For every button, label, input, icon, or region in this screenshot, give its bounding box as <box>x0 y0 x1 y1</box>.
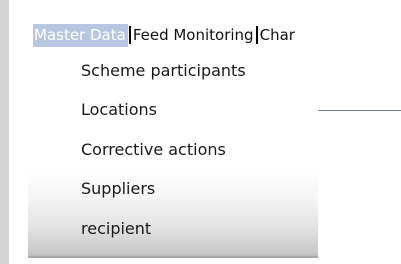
menu-master-data[interactable]: Master Data <box>33 23 128 47</box>
horizontal-divider <box>318 110 401 111</box>
window-left-border <box>0 0 9 264</box>
dropdown-item-recipient[interactable]: recipient <box>81 217 151 241</box>
master-data-dropdown: Scheme participants Locations Corrective… <box>28 53 318 258</box>
dropdown-item-suppliers[interactable]: Suppliers <box>81 177 155 201</box>
dropdown-item-corrective-actions[interactable]: Corrective actions <box>81 138 226 162</box>
dropdown-item-scheme-participants[interactable]: Scheme participants <box>81 59 246 83</box>
menu-separator <box>128 26 131 44</box>
menubar: Master Data Feed Monitoring Char <box>33 23 296 47</box>
menu-separator <box>255 26 258 44</box>
dropdown-item-locations[interactable]: Locations <box>81 98 157 122</box>
menu-feed-monitoring[interactable]: Feed Monitoring <box>132 24 255 47</box>
menu-char-truncated[interactable]: Char <box>259 24 296 47</box>
